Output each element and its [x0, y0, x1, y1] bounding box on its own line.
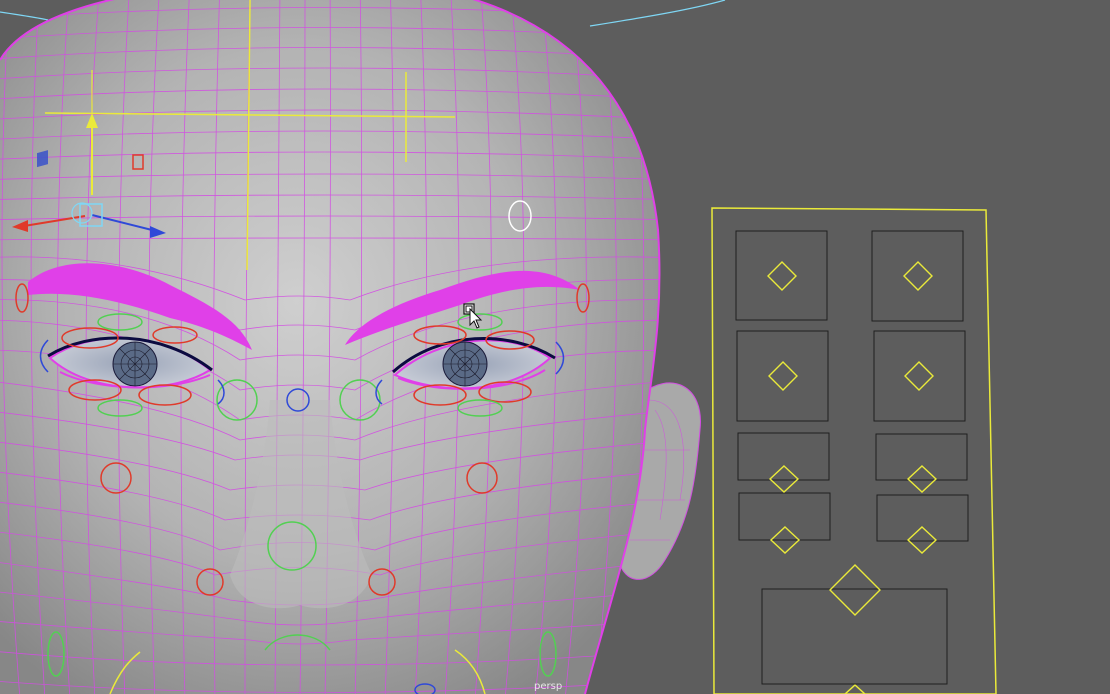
panel-frame: [711, 207, 997, 694]
panel-box-4[interactable]: [873, 330, 966, 422]
panel-box-5[interactable]: [737, 432, 830, 481]
panel-handle-3[interactable]: [768, 361, 798, 391]
scene-canvas[interactable]: [0, 0, 1110, 694]
panel-handle-1[interactable]: [767, 261, 797, 291]
panel-box-mouth[interactable]: [761, 588, 948, 685]
panel-handle-5[interactable]: [768, 465, 800, 493]
panel-handle-4[interactable]: [904, 361, 934, 391]
panel-box-1[interactable]: [735, 230, 828, 321]
panel-handle-6[interactable]: [906, 465, 938, 493]
panel-handle-mouth[interactable]: [829, 564, 881, 616]
panel-handle-2[interactable]: [903, 261, 933, 291]
panel-box-6[interactable]: [875, 433, 968, 481]
cyan-curve-right[interactable]: [589, 0, 726, 27]
cyan-curve-left[interactable]: [0, 11, 49, 21]
panel-box-3[interactable]: [736, 330, 829, 422]
panel-bottom-arrow[interactable]: [844, 683, 866, 694]
maya-perspective-viewport[interactable]: persp: [0, 0, 1110, 694]
panel-box-2[interactable]: [871, 230, 964, 322]
facial-control-panel[interactable]: [711, 207, 997, 694]
panel-box-8[interactable]: [876, 494, 969, 542]
camera-label: persp: [534, 681, 563, 692]
panel-box-7[interactable]: [738, 492, 831, 541]
mouse-cursor-icon: [463, 303, 483, 329]
panel-handle-8[interactable]: [906, 526, 938, 554]
